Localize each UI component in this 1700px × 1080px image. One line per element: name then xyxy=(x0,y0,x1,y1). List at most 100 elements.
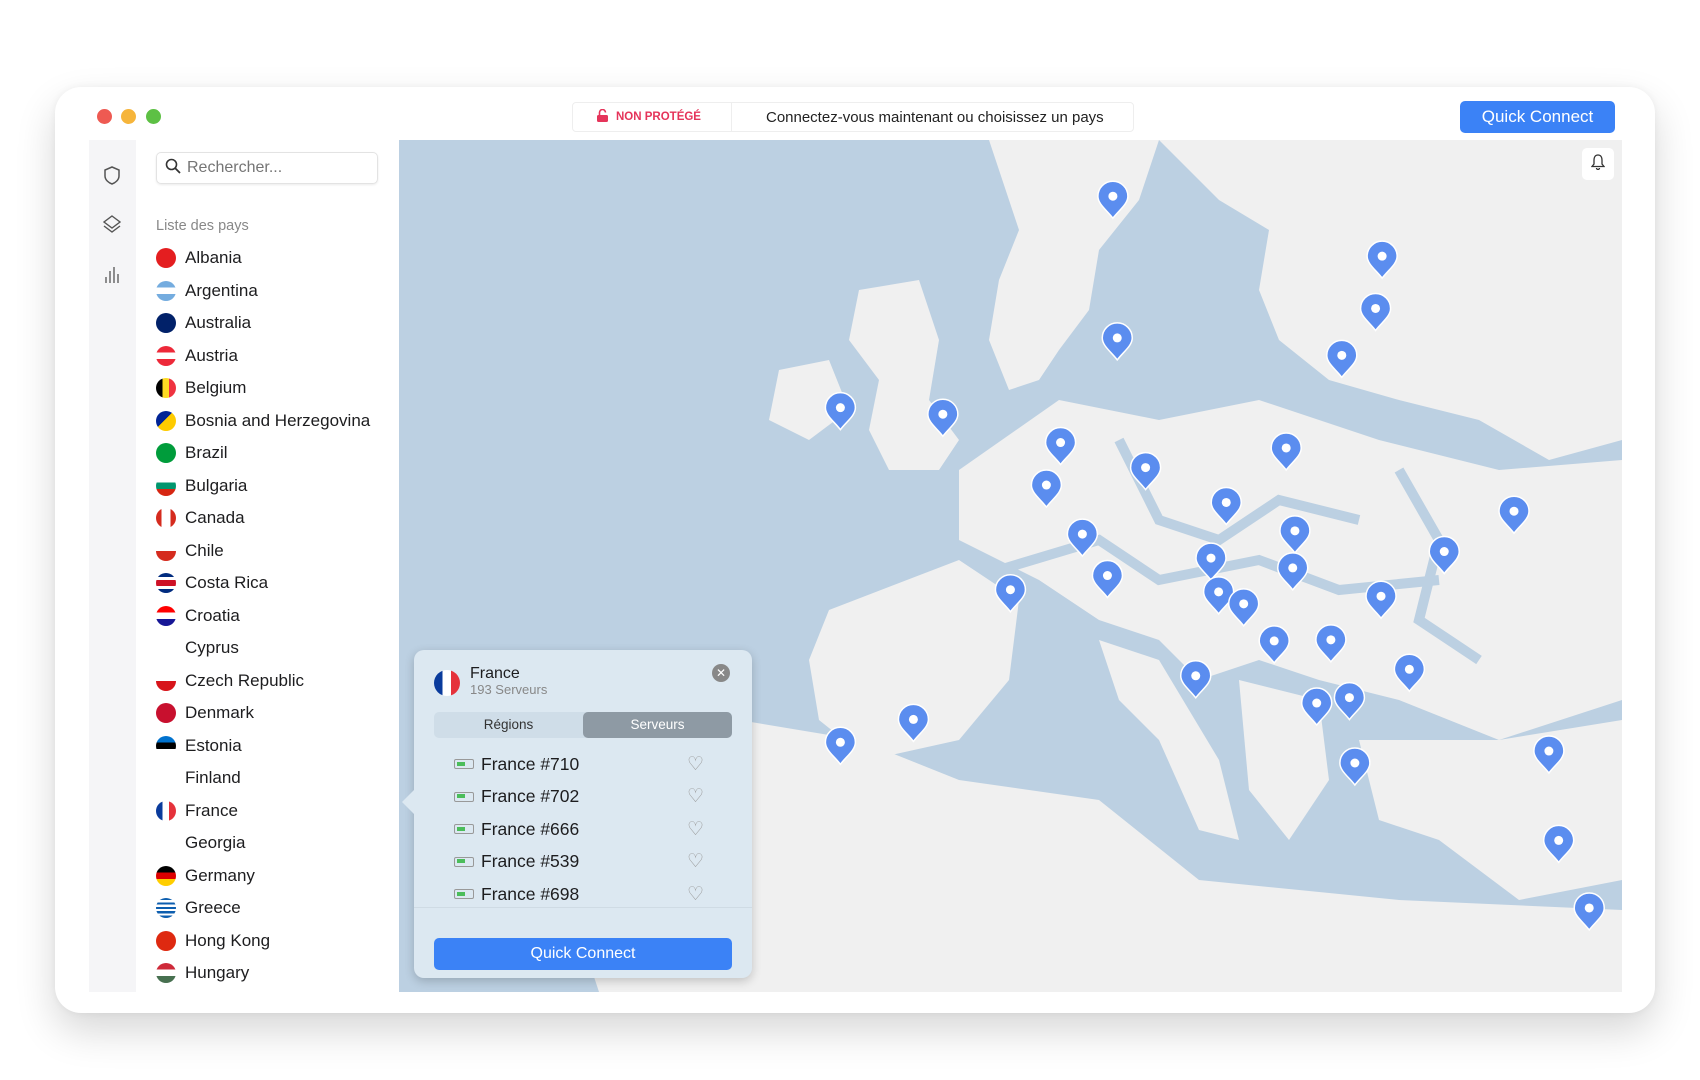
layers-icon[interactable] xyxy=(101,214,123,236)
flag-icon xyxy=(156,605,176,626)
country-item[interactable]: Canada xyxy=(156,503,245,533)
server-item[interactable]: France #539 ♡ xyxy=(454,846,724,878)
search-input[interactable] xyxy=(187,159,367,177)
country-item[interactable]: Estonia xyxy=(156,731,242,761)
tab-regions[interactable]: Régions xyxy=(434,712,583,738)
flag-icon xyxy=(156,378,176,398)
notifications-button[interactable] xyxy=(1582,148,1614,180)
country-item[interactable]: Croatia xyxy=(156,601,240,631)
flag-icon xyxy=(156,963,176,983)
server-location-pin[interactable] xyxy=(1339,747,1371,787)
flag-icon xyxy=(156,930,176,951)
country-name: Costa Rica xyxy=(185,573,269,592)
country-item[interactable]: Germany xyxy=(156,861,255,891)
country-item[interactable]: Costa Rica xyxy=(156,568,268,598)
flag-icon xyxy=(156,540,176,561)
zoom-window-button[interactable] xyxy=(146,109,161,124)
popup-quick-connect-button[interactable]: Quick Connect xyxy=(434,938,732,970)
flag-icon xyxy=(156,475,176,496)
country-item[interactable]: Bosnia and Herzegovina xyxy=(156,406,370,436)
icon-rail xyxy=(89,140,136,992)
server-item[interactable]: France #702 ♡ xyxy=(454,781,724,813)
country-name: France xyxy=(185,800,238,820)
country-item[interactable]: Cyprus xyxy=(156,633,239,663)
server-location-pin[interactable] xyxy=(1333,681,1366,721)
country-item[interactable]: Argentina xyxy=(156,276,258,306)
favorite-heart-icon[interactable]: ♡ xyxy=(687,883,704,906)
country-item[interactable]: France xyxy=(156,796,238,826)
country-item[interactable]: Czech Republic xyxy=(156,666,304,696)
flag-icon xyxy=(156,443,176,463)
server-list[interactable]: France #710 ♡ France #702 ♡ France #666 ♡ Fran… xyxy=(414,750,752,908)
flag-icon xyxy=(156,508,176,528)
country-item[interactable]: Hungary xyxy=(156,958,249,988)
stats-icon[interactable] xyxy=(101,264,123,286)
country-name: Hungary xyxy=(185,963,250,982)
status-message: Connectez-vous maintenant ou choisissez … xyxy=(765,108,1104,126)
favorite-heart-icon[interactable]: ♡ xyxy=(687,753,704,776)
server-location-pin[interactable] xyxy=(1179,660,1212,700)
country-name: Argentina xyxy=(185,280,258,300)
search-icon xyxy=(165,158,181,179)
flag-icon xyxy=(156,410,176,431)
country-item[interactable]: Brazil xyxy=(156,438,228,468)
country-name: Bosnia and Herzegovina xyxy=(185,410,371,430)
server-item[interactable]: France #698 ♡ xyxy=(454,878,724,907)
server-load-icon xyxy=(454,889,474,899)
country-name: Bulgaria xyxy=(185,475,248,495)
close-window-button[interactable] xyxy=(97,109,112,124)
server-name: France #666 xyxy=(481,818,580,839)
country-item[interactable]: Albania xyxy=(156,243,242,273)
tab-servers[interactable]: Serveurs xyxy=(583,712,732,738)
country-name: Greece xyxy=(185,898,241,917)
country-name: Australia xyxy=(185,313,252,332)
flag-icon xyxy=(156,248,176,268)
country-name: Austria xyxy=(185,345,238,365)
country-name: Brazil xyxy=(185,443,228,462)
country-item[interactable]: Chile xyxy=(156,536,224,566)
shield-icon[interactable] xyxy=(101,164,123,186)
server-load-icon xyxy=(454,856,474,867)
favorite-heart-icon[interactable]: ♡ xyxy=(687,850,704,873)
flag-icon xyxy=(156,313,176,333)
flag-icon xyxy=(156,573,176,593)
flag-icon xyxy=(156,800,176,821)
flag-icon xyxy=(156,670,176,691)
country-item[interactable]: Finland xyxy=(156,763,241,793)
country-item[interactable]: Austria xyxy=(156,341,238,371)
country-name: Germany xyxy=(185,865,255,885)
favorite-heart-icon[interactable]: ♡ xyxy=(687,818,704,841)
country-item[interactable]: Belgium xyxy=(156,373,246,403)
country-name: Croatia xyxy=(185,605,240,625)
country-item[interactable]: Australia xyxy=(156,308,251,338)
server-location-pin[interactable] xyxy=(1101,322,1134,362)
minimize-window-button[interactable] xyxy=(121,109,136,124)
close-icon[interactable]: ✕ xyxy=(712,664,730,682)
country-name: Cyprus xyxy=(185,638,239,657)
quick-connect-button[interactable]: Quick Connect xyxy=(1460,101,1615,133)
server-load-icon xyxy=(454,791,474,802)
popup-country-name: France xyxy=(470,665,520,682)
country-name: Estonia xyxy=(185,735,242,755)
popup-tabs: Régions Serveurs xyxy=(434,712,732,738)
flag-icon xyxy=(156,833,176,853)
country-item[interactable]: Bulgaria xyxy=(156,471,247,501)
flag-icon xyxy=(156,865,176,886)
country-item[interactable]: Georgia xyxy=(156,828,245,858)
server-item[interactable]: France #710 ♡ xyxy=(454,750,724,780)
country-item[interactable]: Denmark xyxy=(156,698,254,728)
country-name: Denmark xyxy=(185,703,254,722)
favorite-heart-icon[interactable]: ♡ xyxy=(687,785,704,808)
country-name: Hong Kong xyxy=(185,930,271,950)
status-label: NON PROTÉGÉ xyxy=(616,111,701,123)
popup-server-count: 193 Serveurs xyxy=(470,682,548,697)
flag-icon xyxy=(156,735,176,756)
flag-icon xyxy=(156,280,176,301)
country-popup: France 193 Serveurs ✕ Régions Serveurs F… xyxy=(402,650,752,978)
country-name: Canada xyxy=(185,508,245,527)
server-item[interactable]: France #666 ♡ xyxy=(454,813,724,845)
country-item[interactable]: Hong Kong xyxy=(156,926,270,956)
country-item[interactable]: Greece xyxy=(156,893,241,923)
search-field[interactable] xyxy=(156,152,378,184)
flag-icon xyxy=(156,345,176,366)
